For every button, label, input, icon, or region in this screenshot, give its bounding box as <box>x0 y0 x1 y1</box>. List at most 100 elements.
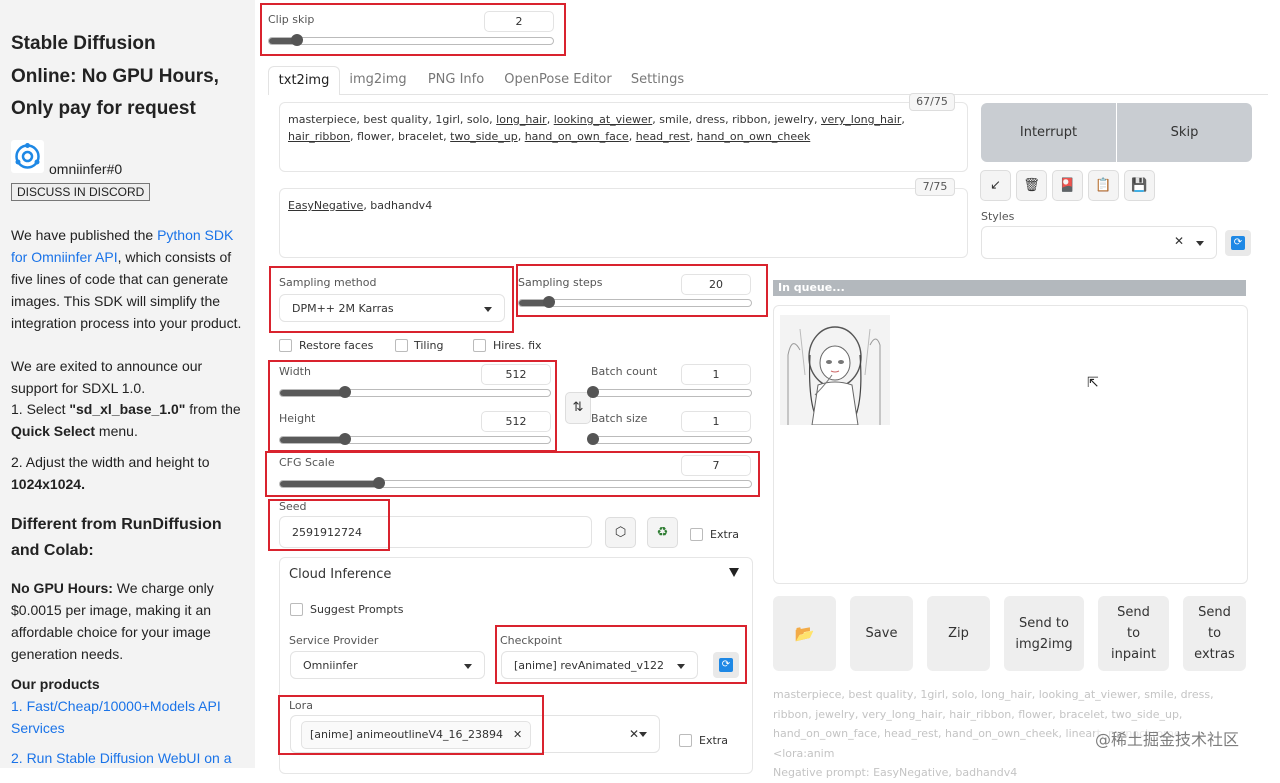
tab-openpose-editor[interactable]: OpenPose Editor <box>503 66 613 94</box>
restore-faces-label: Restore faces <box>299 339 374 352</box>
step1-mid: from the <box>185 401 241 417</box>
tab-img2img[interactable]: img2img <box>343 66 413 94</box>
seed-extra-checkbox[interactable] <box>690 528 703 541</box>
batch-size-slider[interactable] <box>587 433 752 445</box>
service-provider-select[interactable]: Omniinfer <box>290 651 485 679</box>
tab-txt2img[interactable]: txt2img <box>268 66 340 95</box>
prompt-text: , <box>546 113 554 126</box>
tab-settings[interactable]: Settings <box>625 66 690 94</box>
zip-button[interactable]: Zip <box>927 596 990 671</box>
prompt-tag: head_rest <box>635 130 690 143</box>
hires-fix-checkbox[interactable] <box>473 339 486 352</box>
refresh-styles-button[interactable]: ⟳ <box>1225 230 1251 256</box>
sidebar: Stable Diffusion Online: No GPU Hours, O… <box>0 0 255 768</box>
step1-menu: Quick Select <box>11 423 96 439</box>
skip-button[interactable]: Skip <box>1117 103 1252 162</box>
folder-icon: 📂 <box>794 624 815 643</box>
chevron-down-icon <box>639 732 647 737</box>
send-to-inpaint-button[interactable]: Send to inpaint <box>1098 596 1169 671</box>
batch-size-thumb[interactable] <box>587 433 599 445</box>
prompt-tag: looking_at_viewer <box>553 113 653 126</box>
tab-png-info[interactable]: PNG Info <box>420 66 492 94</box>
pricing-paragraph: No GPU Hours: We charge only $0.0015 per… <box>11 577 246 665</box>
mouse-cursor: ⇱ <box>1087 375 1099 391</box>
save-style-icon[interactable]: 💾 <box>1124 170 1155 201</box>
step1-text: 1. Select <box>11 401 70 417</box>
prompt-tag: hair_ribbon <box>288 130 351 143</box>
sidebar-title-line-1: Stable Diffusion <box>11 33 156 54</box>
prompt-textarea[interactable]: masterpiece, best quality, 1girl, solo, … <box>279 102 968 172</box>
batch-count-thumb[interactable] <box>587 386 599 398</box>
batch-count-label: Batch count <box>591 365 658 378</box>
generated-image-thumbnail[interactable] <box>780 315 890 426</box>
negative-prompt-textarea[interactable]: EasyNegative, badhandv4 <box>279 188 968 258</box>
interrupt-button[interactable]: Interrupt <box>981 103 1116 162</box>
lora-extra-checkbox[interactable] <box>679 734 692 747</box>
clipboard-icon[interactable]: 📋 <box>1088 170 1119 201</box>
sdk-paragraph: We have published the Python SDK for Omn… <box>11 224 246 334</box>
step2-text: 2. Adjust the width and height to <box>11 454 210 470</box>
section-title: Different from RunDiffusion and Colab: <box>11 516 222 559</box>
tab-divider <box>268 94 1268 95</box>
checkpoint-highlight <box>495 625 747 684</box>
batch-count-slider[interactable] <box>587 386 752 398</box>
discuss-in-discord-button[interactable]: DISCUSS IN DISCORD <box>11 183 151 201</box>
status-bar: In queue... <box>773 280 1246 296</box>
tiling-checkbox[interactable] <box>395 339 408 352</box>
cloud-inference-title: Cloud Inference <box>289 567 392 582</box>
restore-faces-checkbox[interactable] <box>279 339 292 352</box>
seed-extra-label: Extra <box>710 528 740 541</box>
send-to-extras-button[interactable]: Send to extras <box>1183 596 1246 671</box>
prompt-text: , badhandv4 <box>363 199 433 212</box>
status-text: In queue... <box>778 281 845 294</box>
pricing-bold: No GPU Hours: <box>11 580 113 596</box>
styles-select[interactable]: ✕ <box>981 226 1217 259</box>
sampling-method-highlight <box>269 266 514 333</box>
clear-lora-icon[interactable]: ✕ <box>629 721 639 747</box>
product-link-2[interactable]: 2. Run Stable Diffusion WebUI on a <box>11 747 246 769</box>
swap-dimensions-icon[interactable]: ⇅ <box>565 392 591 424</box>
product-link-1[interactable]: 1. Fast/Cheap/10000+Models API Services <box>11 695 246 739</box>
prompt-token-counter: 67/75 <box>909 93 955 111</box>
sdxl-step-1: 1. Select "sd_xl_base_1.0" from the Quic… <box>11 398 246 442</box>
negative-token-counter: 7/75 <box>915 178 955 196</box>
sampling-steps-highlight <box>516 264 768 317</box>
service-provider-label: Service Provider <box>289 634 379 647</box>
suggest-prompts-checkbox[interactable] <box>290 603 303 616</box>
clip-skip-highlight <box>260 3 566 56</box>
reuse-seed-recycle-icon[interactable]: ♻ <box>647 517 678 548</box>
extra-networks-icon[interactable]: 🎴 <box>1052 170 1083 201</box>
clear-styles-icon[interactable]: ✕ <box>1174 227 1184 255</box>
batch-size-label: Batch size <box>591 412 648 425</box>
suggest-prompts-label: Suggest Prompts <box>310 603 404 616</box>
batch-count-input[interactable]: 1 <box>681 364 751 385</box>
trash-icon[interactable]: 🗑 <box>1016 170 1047 201</box>
sdk-text-pre: We have published the <box>11 227 158 243</box>
random-seed-dice-icon[interactable]: ⬡ <box>605 517 636 548</box>
save-button[interactable]: Save <box>850 596 913 671</box>
sdxl-intro: We are exited to announce our support fo… <box>11 358 203 396</box>
prompt-tag: hand_on_own_cheek <box>696 130 811 143</box>
prompt-tag: long_hair <box>496 113 547 126</box>
collapse-triangle-icon[interactable] <box>729 568 739 577</box>
read-params-icon[interactable]: ↙ <box>980 170 1011 201</box>
prompt-text: , <box>517 130 525 143</box>
batch-size-input[interactable]: 1 <box>681 411 751 432</box>
chevron-down-icon <box>1196 241 1204 246</box>
main-panel: Clip skip 2 txt2img img2img PNG Info Ope… <box>255 0 1280 779</box>
step1-post: menu. <box>95 423 138 439</box>
user-name: omniinfer#0 <box>49 161 123 177</box>
styles-label: Styles <box>981 210 1015 223</box>
prompt-tag: EasyNegative <box>288 199 364 212</box>
lora-extra-label: Extra <box>699 734 729 747</box>
prompt-text: , smile, dress, ribbon, jewelry, <box>652 113 821 126</box>
prompt-tag: two_side_up <box>450 130 518 143</box>
send-to-img2img-button[interactable]: Send to img2img <box>1004 596 1084 671</box>
open-folder-button[interactable]: 📂 <box>773 596 836 671</box>
chevron-down-icon <box>464 664 472 669</box>
prompt-text: , <box>901 113 905 126</box>
prompt-text: , flower, bracelet, <box>350 130 451 143</box>
omniinfer-logo-icon <box>11 140 44 173</box>
prompt-tag: hand_on_own_face <box>524 130 629 143</box>
prompt-tag: very_long_hair <box>821 113 902 126</box>
